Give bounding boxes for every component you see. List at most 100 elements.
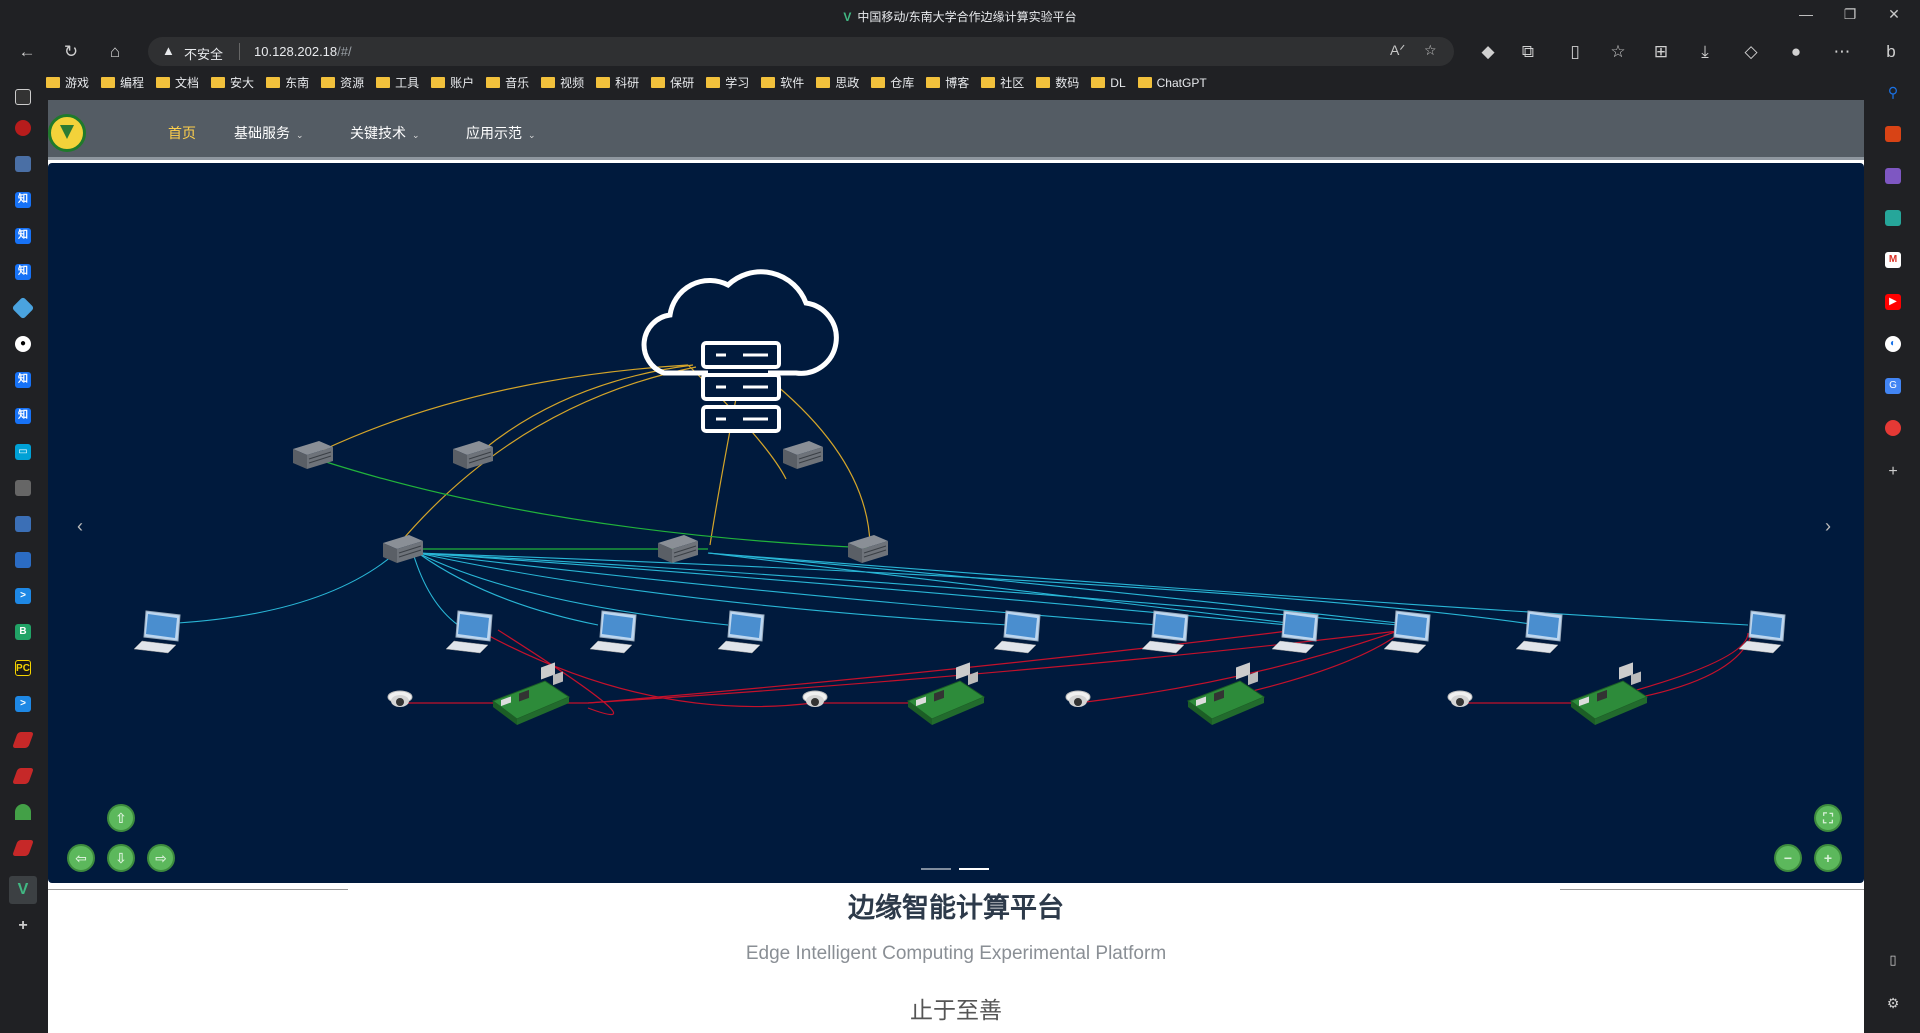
bookmark-item[interactable]: 软件 [761, 72, 804, 94]
zoom-out-button[interactable]: − [1774, 844, 1802, 872]
pan-right-button[interactable]: ⇨ [147, 844, 175, 872]
address-bar[interactable]: ▲ 不安全 10.128.202.18/#/ Aᐟ ☆ [148, 37, 1454, 66]
bookmark-item[interactable]: 账户 [431, 72, 474, 94]
zoom-fit-button[interactable]: ⛶ [1814, 804, 1842, 832]
terminal-icon[interactable]: > [15, 696, 31, 712]
site-icon[interactable] [15, 552, 31, 568]
bookmark-item[interactable]: 仓库 [871, 72, 914, 94]
bookmark-item[interactable]: 博客 [926, 72, 969, 94]
profile-icon[interactable]: ● [1783, 40, 1809, 64]
downloads-icon[interactable]: ⤓ [1692, 40, 1718, 64]
read-aloud-icon[interactable]: Aᐟ [1390, 42, 1405, 59]
gmail-icon[interactable]: M [1885, 252, 1901, 268]
nav-item-basic-services[interactable]: 基础服务 ⌄ [234, 123, 304, 143]
translate-icon[interactable]: G [1885, 378, 1901, 394]
bookmark-item[interactable]: 音乐 [486, 72, 529, 94]
security-icon[interactable]: ◇ [1738, 40, 1764, 64]
github-icon[interactable]: ● [15, 336, 31, 352]
back-icon[interactable]: ← [14, 40, 40, 64]
bookmark-item[interactable]: 工具 [376, 72, 419, 94]
zhihu-icon[interactable]: 知 [15, 192, 31, 208]
bookmark-item[interactable]: ChatGPT [1137, 72, 1207, 94]
site-icon[interactable] [12, 840, 34, 856]
tools-icon[interactable] [1885, 126, 1901, 142]
carousel-prev-arrow[interactable]: ‹ [66, 512, 94, 540]
vue-tab-icon[interactable]: V [9, 876, 37, 904]
pan-down-button[interactable]: ⇩ [107, 844, 135, 872]
split-screen-icon[interactable]: ▯ [1562, 40, 1588, 64]
bookmark-item[interactable]: 视频 [541, 72, 584, 94]
site-icon[interactable] [15, 120, 31, 136]
copilot-icon[interactable]: b [1878, 40, 1904, 64]
zhihu-icon[interactable]: 知 [15, 228, 31, 244]
switch-icon [452, 440, 494, 470]
extensions-icon[interactable]: ⧉ [1515, 40, 1541, 64]
nav-item-key-tech[interactable]: 关键技术 ⌄ [350, 123, 420, 143]
zoom-in-button[interactable]: + [1814, 844, 1842, 872]
settings-icon[interactable]: ⚙ [1885, 995, 1901, 1011]
pan-up-button[interactable]: ⇧ [107, 804, 135, 832]
zhihu-icon[interactable]: 知 [15, 264, 31, 280]
nav-item-app-demo[interactable]: 应用示范 ⌄ [466, 123, 536, 143]
site-icon[interactable] [12, 768, 34, 784]
favorites-icon[interactable]: ☆ [1605, 40, 1631, 64]
site-icon[interactable] [15, 156, 31, 172]
site-icon[interactable] [12, 732, 34, 748]
add-sidebar-icon[interactable]: + [1885, 464, 1901, 480]
bookmark-label: DL [1110, 76, 1126, 90]
collections-list-icon[interactable]: ⊞ [1648, 40, 1674, 64]
search-icon[interactable]: ⚲ [1885, 84, 1901, 100]
bookmark-item[interactable]: 游戏 [46, 72, 89, 94]
site-icon[interactable] [15, 804, 31, 820]
url-text[interactable]: 10.128.202.18/#/ [254, 44, 352, 59]
bookmark-item[interactable]: 资源 [321, 72, 364, 94]
bookmark-item[interactable]: 安大 [211, 72, 254, 94]
folder-icon [1137, 77, 1152, 88]
terminal-icon[interactable]: > [15, 588, 31, 604]
carousel-indicator-2[interactable] [959, 868, 989, 870]
bookmark-item[interactable]: 学习 [706, 72, 749, 94]
bookmark-item[interactable]: 编程 [101, 72, 144, 94]
bookmark-item[interactable]: 文档 [156, 72, 199, 94]
site-b-icon[interactable]: B [15, 624, 31, 640]
refresh-icon[interactable]: ↻ [58, 40, 84, 64]
bookmark-item[interactable]: 东南 [266, 72, 309, 94]
zhihu-icon[interactable]: 知 [15, 408, 31, 424]
site-icon[interactable] [11, 296, 35, 320]
carousel-next-arrow[interactable]: › [1814, 512, 1842, 540]
restore-button[interactable]: ❐ [1830, 6, 1870, 23]
bookmark-item[interactable]: 思政 [816, 72, 859, 94]
bookmark-item[interactable]: 数码 [1036, 72, 1079, 94]
pan-left-button[interactable]: ⇦ [67, 844, 95, 872]
youtube-icon[interactable]: ▶ [1885, 294, 1901, 310]
bookmark-item[interactable]: 社区 [981, 72, 1024, 94]
bookmark-label: 数码 [1055, 76, 1080, 90]
bookmark-item[interactable]: 科研 [596, 72, 639, 94]
drive-icon[interactable]: ◐ [1885, 336, 1901, 352]
add-tab-icon[interactable]: + [15, 918, 31, 934]
nav-item-home[interactable]: 首页 [168, 123, 196, 143]
raspberry-pi-icon [1187, 661, 1265, 726]
add-favorite-icon[interactable]: ☆ [1424, 42, 1437, 59]
minimize-button[interactable]: — [1786, 6, 1826, 22]
top-nav: 首页 基础服务 ⌄ 关键技术 ⌄ 应用示范 ⌄ [48, 100, 1864, 160]
site-icon[interactable] [1885, 420, 1901, 436]
tab-actions-icon[interactable] [15, 89, 31, 105]
site-icon[interactable] [15, 480, 31, 496]
site-icon[interactable] [15, 516, 31, 532]
zhihu-icon[interactable]: 知 [15, 372, 31, 388]
send-icon[interactable] [1885, 210, 1901, 226]
office-icon[interactable] [1885, 168, 1901, 184]
pycharm-icon[interactable]: PC [15, 660, 31, 676]
bilibili-icon[interactable]: ▭ [15, 444, 31, 460]
more-icon[interactable]: ⋯ [1829, 40, 1855, 64]
carousel-indicator-1[interactable] [921, 868, 951, 870]
bookmark-item[interactable]: DL [1091, 72, 1126, 94]
home-icon[interactable]: ⌂ [102, 40, 128, 64]
collections-icon[interactable]: ◆ [1475, 40, 1501, 64]
switch-icon [292, 440, 334, 470]
bookmark-item[interactable]: 保研 [651, 72, 694, 94]
sidebar-toggle-icon[interactable]: ▯ [1885, 952, 1901, 968]
folder-icon [1091, 77, 1106, 88]
close-button[interactable]: ✕ [1874, 6, 1914, 23]
